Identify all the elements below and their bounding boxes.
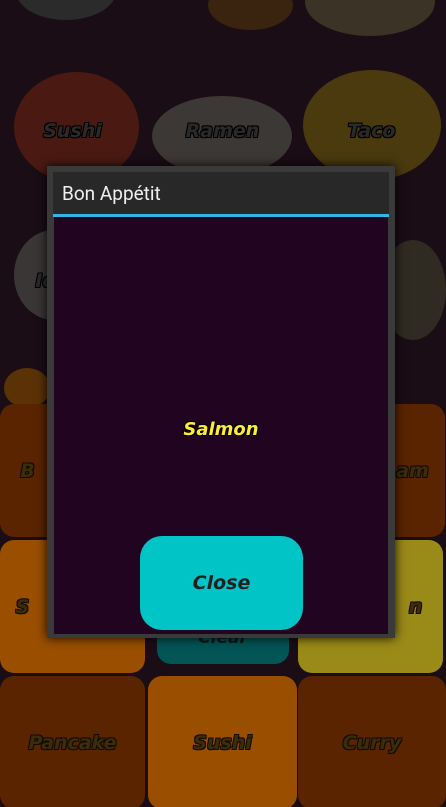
dialog-title: Bon Appétit xyxy=(62,181,161,205)
dialog-body: Salmon Close xyxy=(54,217,388,634)
dialog-header: Bon Appétit xyxy=(53,172,389,214)
result-text: Salmon xyxy=(183,419,259,440)
result-dialog: Bon Appétit Salmon Close xyxy=(47,166,395,638)
close-button[interactable]: Close xyxy=(140,536,303,630)
